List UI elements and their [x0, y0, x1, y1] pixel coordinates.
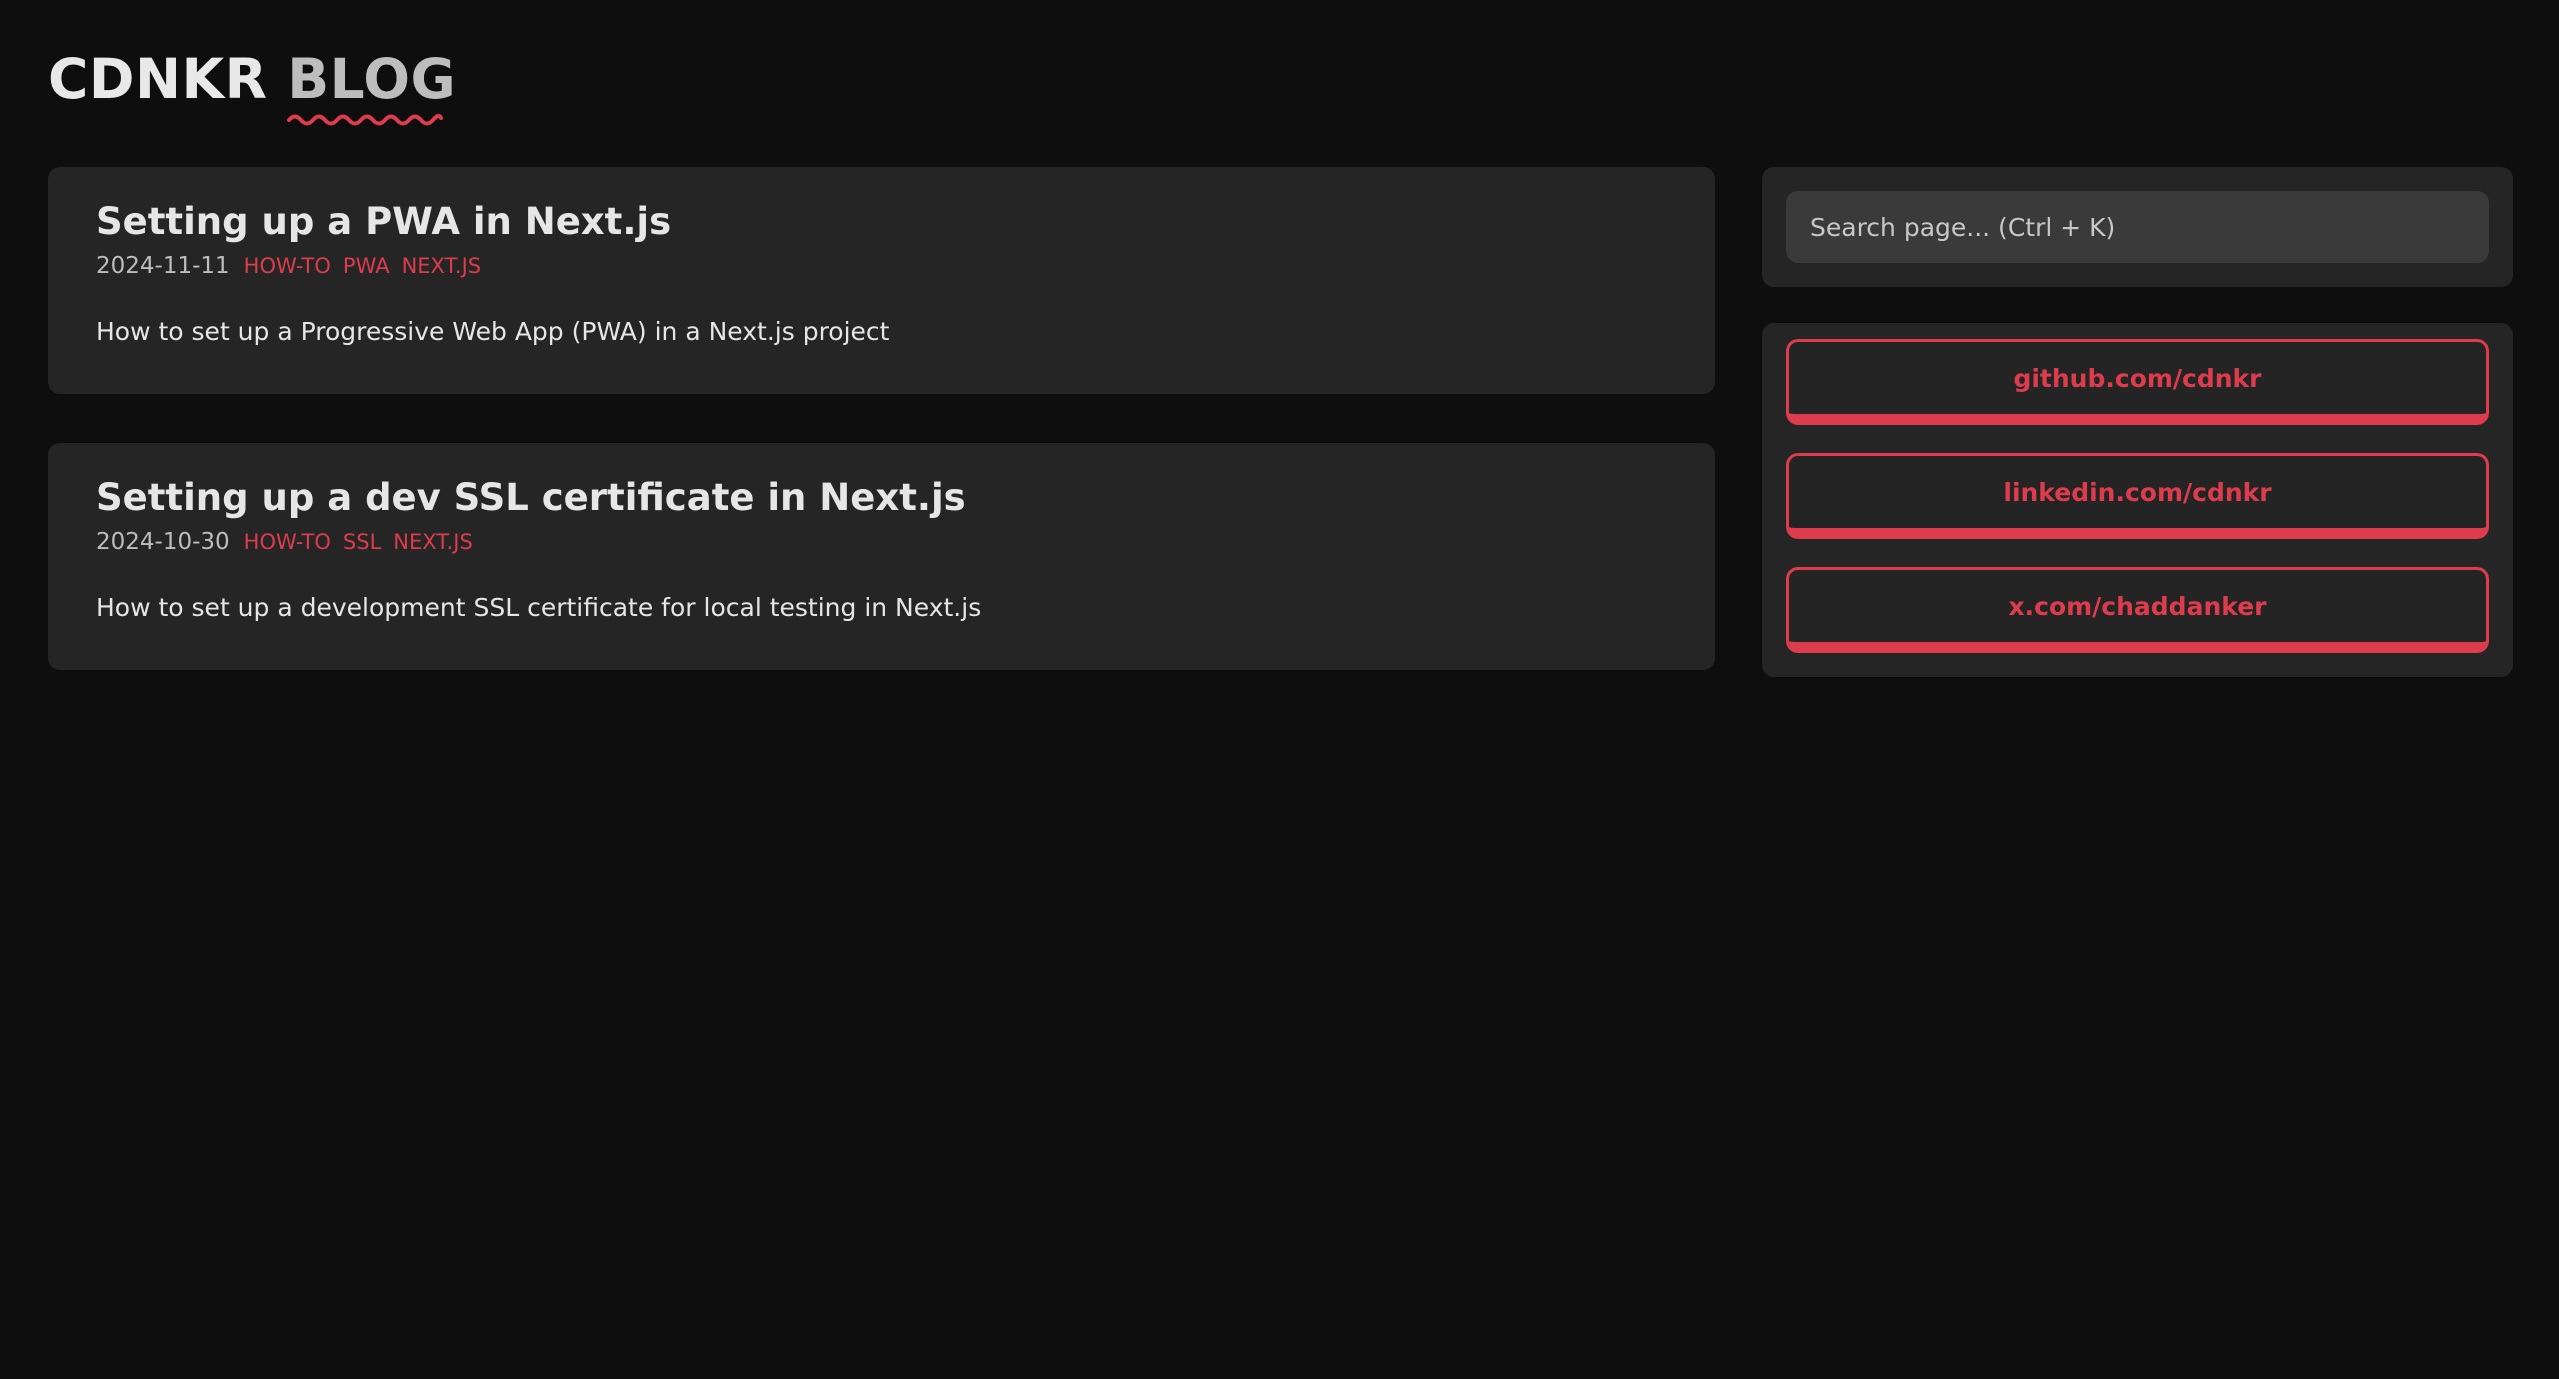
post-title[interactable]: Setting up a PWA in Next.js: [96, 197, 1667, 247]
post-title[interactable]: Setting up a dev SSL certificate in Next…: [96, 473, 1667, 523]
post-card[interactable]: Setting up a dev SSL certificate in Next…: [48, 443, 1715, 670]
post-tag[interactable]: NEXT.JS: [393, 530, 473, 554]
post-tag[interactable]: NEXT.JS: [402, 254, 482, 278]
squiggle-underline-icon: [287, 113, 444, 126]
post-meta: 2024-10-30 HOW-TO SSL NEXT.JS: [96, 529, 1667, 555]
site-title-blog-text: BLOG: [287, 47, 457, 111]
post-date: 2024-11-11: [96, 253, 230, 279]
post-tag[interactable]: SSL: [343, 530, 381, 554]
post-date: 2024-10-30: [96, 529, 230, 555]
post-list: Setting up a PWA in Next.js 2024-11-11 H…: [48, 167, 1715, 719]
site-title-blog: BLOG: [287, 44, 457, 126]
post-description: How to set up a development SSL certific…: [96, 593, 982, 622]
site-title-brand: CDNKR: [48, 47, 268, 111]
x-link-button[interactable]: x.com/chaddanker: [1786, 567, 2489, 653]
post-tag[interactable]: HOW-TO: [244, 254, 331, 278]
post-tag[interactable]: HOW-TO: [244, 530, 331, 554]
post-meta: 2024-11-11 HOW-TO PWA NEXT.JS: [96, 253, 1667, 279]
search-input[interactable]: [1786, 191, 2489, 263]
post-card[interactable]: Setting up a PWA in Next.js 2024-11-11 H…: [48, 167, 1715, 394]
post-tag[interactable]: PWA: [343, 254, 390, 278]
site-title[interactable]: CDNKR BLOG: [48, 44, 457, 126]
linkedin-link-button[interactable]: linkedin.com/cdnkr: [1786, 453, 2489, 539]
post-description: How to set up a Progressive Web App (PWA…: [96, 317, 890, 346]
github-link-button[interactable]: github.com/cdnkr: [1786, 339, 2489, 425]
social-links-panel: github.com/cdnkr linkedin.com/cdnkr x.co…: [1762, 323, 2513, 677]
search-panel: [1762, 167, 2513, 287]
